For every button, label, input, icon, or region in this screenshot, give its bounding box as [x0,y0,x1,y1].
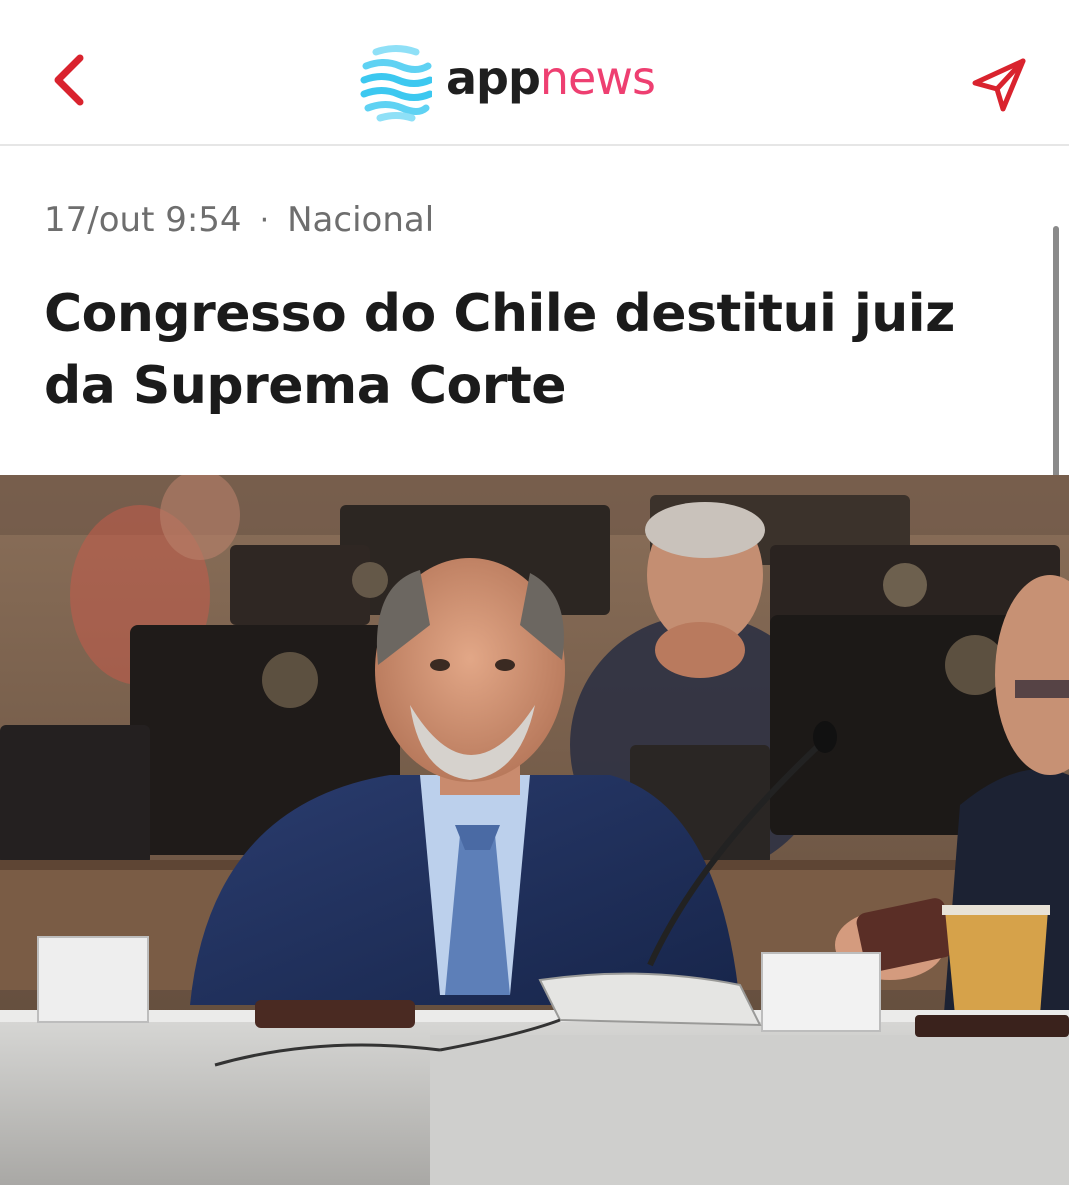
article-date: 17/out 9:54 [44,200,242,240]
share-button[interactable] [964,50,1034,120]
back-button[interactable] [40,50,100,110]
paper-plane-icon [972,58,1026,112]
article-photo [0,475,1069,1185]
article-meta: 17/out 9:54 · Nacional [44,200,434,240]
top-bar: appnews [0,0,1069,146]
chevron-left-icon [54,54,84,106]
article-headline: Congresso do Chile destitui juiz da Supr… [44,284,955,416]
meta-separator: · [259,202,270,238]
photo-chamber-scene [0,475,1069,1185]
logo-text-app: app [446,51,541,105]
wave-logo-icon [360,45,432,122]
app-logo: appnews [360,42,656,122]
news-app-screen: appnews 17/out 9:54 · Nacional Congresso… [0,0,1069,1200]
logo-wordmark: appnews [446,55,656,101]
logo-text-news: news [539,51,656,105]
article-category[interactable]: Nacional [287,200,434,240]
